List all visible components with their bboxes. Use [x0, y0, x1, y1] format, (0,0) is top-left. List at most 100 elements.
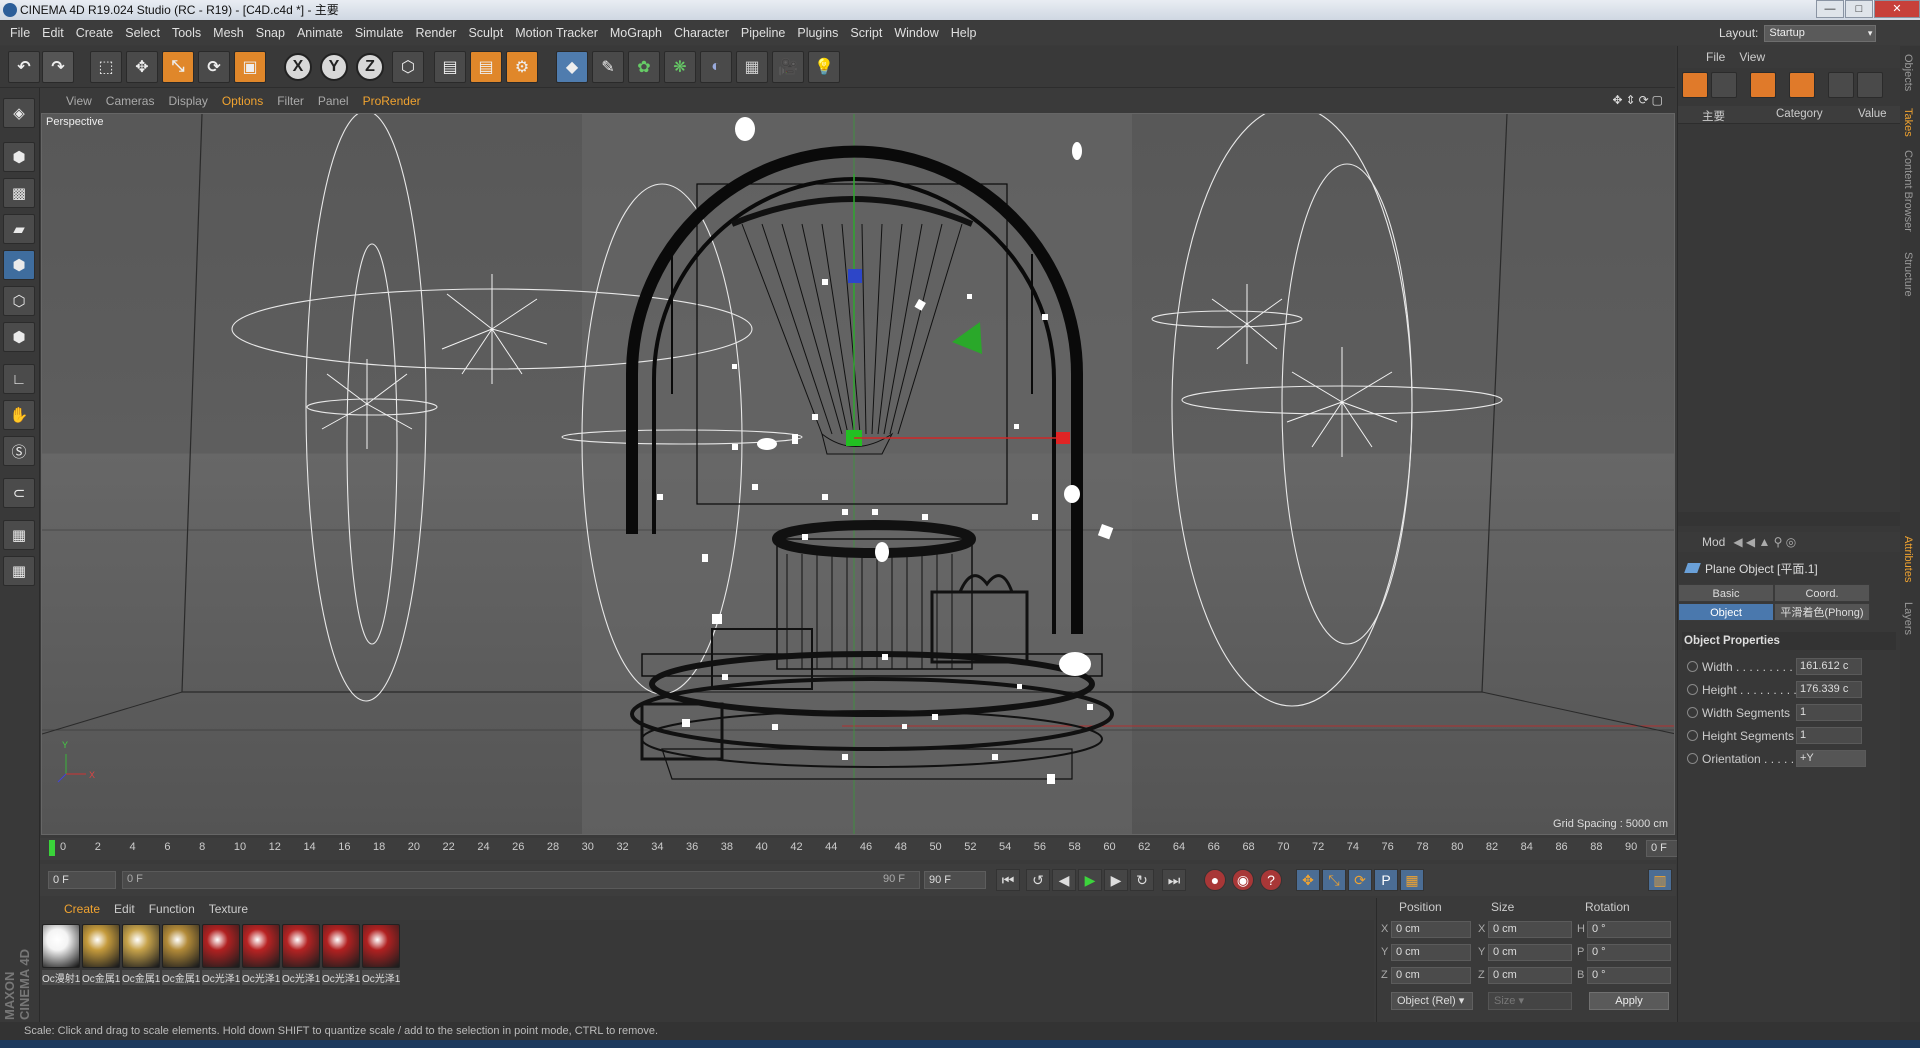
- viewport-navigation-icons[interactable]: ✥⇕⟳▢: [1612, 93, 1666, 107]
- menu-mograph[interactable]: MoGraph: [604, 26, 668, 40]
- go-to-end-icon[interactable]: ⏭: [1162, 869, 1186, 891]
- menu-animate[interactable]: Animate: [291, 26, 349, 40]
- material-menu-edit[interactable]: Edit: [114, 902, 135, 916]
- move-icon[interactable]: ✥: [126, 51, 158, 83]
- minimize-button[interactable]: —: [1816, 0, 1844, 18]
- key-point-level-icon[interactable]: ▦: [1400, 869, 1424, 891]
- timeline-ruler[interactable]: 0 2 4 6 8 10 12 14 16 18 20 22 24 26 28 30 32 34 36 38 40 42 4…: [40, 838, 1704, 860]
- object-manager-scrollbar[interactable]: [1678, 512, 1901, 526]
- menu-motion-tracker[interactable]: Motion Tracker: [509, 26, 604, 40]
- menu-window[interactable]: Window: [888, 26, 944, 40]
- key-parameter-icon[interactable]: P: [1374, 869, 1398, 891]
- menu-tools[interactable]: Tools: [166, 26, 207, 40]
- render-to-picture-viewer-icon[interactable]: ▤: [470, 51, 502, 83]
- size-field[interactable]: 0 cm: [1488, 944, 1572, 961]
- planar-workplane-icon[interactable]: ▦: [3, 556, 35, 586]
- tab-coord[interactable]: Coord.: [1774, 584, 1870, 602]
- take-render-icon[interactable]: [1828, 72, 1854, 98]
- subdivision-icon[interactable]: ✿: [628, 51, 660, 83]
- snap-icon[interactable]: ⊂: [3, 478, 35, 508]
- tab-phong[interactable]: 平滑着色(Phong): [1774, 603, 1870, 621]
- preview-range-slider[interactable]: 0 F 90 F: [122, 871, 920, 889]
- animation-keyframe-icon[interactable]: [1687, 661, 1698, 672]
- property-value-field[interactable]: 161.612 c: [1796, 658, 1862, 675]
- menu-file[interactable]: File: [4, 26, 36, 40]
- viewport-menu-display[interactable]: Display: [168, 94, 207, 108]
- floor-icon[interactable]: ▦: [736, 51, 768, 83]
- apply-button[interactable]: Apply: [1589, 992, 1669, 1010]
- timeline-window-icon[interactable]: ▥: [1648, 869, 1672, 891]
- deformer-icon[interactable]: ◐: [700, 51, 732, 83]
- material-swatch[interactable]: Oc光泽1: [282, 924, 320, 985]
- material-swatch[interactable]: Oc光泽1: [322, 924, 360, 985]
- perspective-viewport[interactable]: Y X Perspective Grid Spacing : 5000 cm: [41, 113, 1675, 835]
- menu-script[interactable]: Script: [844, 26, 888, 40]
- side-tab-structure[interactable]: Structure: [1902, 252, 1914, 297]
- animation-keyframe-icon[interactable]: [1687, 753, 1698, 764]
- x-axis-lock-icon[interactable]: X: [284, 53, 312, 81]
- object-menu-view[interactable]: View: [1739, 50, 1765, 64]
- menu-edit[interactable]: Edit: [36, 26, 70, 40]
- new-take-icon[interactable]: [1682, 72, 1708, 98]
- next-key-icon[interactable]: ↻: [1130, 869, 1154, 891]
- keyframe-selection-icon[interactable]: ?: [1260, 869, 1282, 891]
- light-icon[interactable]: 💡: [808, 51, 840, 83]
- menu-sculpt[interactable]: Sculpt: [462, 26, 509, 40]
- size-field[interactable]: 0 cm: [1488, 967, 1572, 984]
- material-swatch[interactable]: Oc光泽1: [202, 924, 240, 985]
- side-tab-objects[interactable]: Objects: [1902, 54, 1914, 91]
- camera-icon[interactable]: 🎥: [772, 51, 804, 83]
- viewport-menu-panel[interactable]: Panel: [318, 94, 349, 108]
- override-group-icon[interactable]: [1789, 72, 1815, 98]
- model-mode-icon[interactable]: ⬢: [3, 142, 35, 172]
- layout-dropdown[interactable]: Startup: [1764, 24, 1877, 42]
- y-axis-lock-icon[interactable]: Y: [320, 53, 348, 81]
- polygons-mode-icon[interactable]: ⬢: [3, 322, 35, 352]
- axis-mode-icon[interactable]: ∟: [3, 364, 35, 394]
- side-tab-layers[interactable]: Layers: [1902, 602, 1914, 635]
- viewport-menu-view[interactable]: View: [66, 94, 92, 108]
- menu-select[interactable]: Select: [119, 26, 166, 40]
- object-menu-file[interactable]: File: [1706, 50, 1725, 64]
- rotate-icon[interactable]: ⟳: [198, 51, 230, 83]
- position-field[interactable]: 0 cm: [1391, 921, 1471, 938]
- texture-mode-icon[interactable]: ▩: [3, 178, 35, 208]
- attribute-menu-mode[interactable]: Mod: [1702, 535, 1725, 549]
- recent-tools-icon[interactable]: ▣: [234, 51, 266, 83]
- previous-frame-icon[interactable]: ◀: [1052, 869, 1076, 891]
- animation-keyframe-icon[interactable]: [1687, 707, 1698, 718]
- override-icon[interactable]: [1750, 72, 1776, 98]
- previous-key-icon[interactable]: ↺: [1026, 869, 1050, 891]
- position-field[interactable]: 0 cm: [1391, 967, 1471, 984]
- side-tab-takes[interactable]: Takes: [1902, 108, 1914, 137]
- viewport-menu-prorender[interactable]: ProRender: [363, 94, 421, 108]
- viewport-menu-cameras[interactable]: Cameras: [106, 94, 155, 108]
- key-position-icon[interactable]: ✥: [1296, 869, 1320, 891]
- menu-simulate[interactable]: Simulate: [349, 26, 410, 40]
- position-field[interactable]: 0 cm: [1391, 944, 1471, 961]
- go-to-start-icon[interactable]: ⏮: [996, 869, 1020, 891]
- tab-object[interactable]: Object: [1678, 603, 1774, 621]
- rotation-field[interactable]: 0 °: [1587, 944, 1671, 961]
- property-value-field[interactable]: +Y: [1796, 750, 1866, 767]
- end-frame-field[interactable]: 90 F: [924, 871, 986, 889]
- record-active-objects-icon[interactable]: ●: [1204, 869, 1226, 891]
- menu-pipeline[interactable]: Pipeline: [735, 26, 791, 40]
- take-tools-icon[interactable]: [1857, 72, 1883, 98]
- coordinate-system-icon[interactable]: ⬡: [392, 51, 424, 83]
- workplane-lock-icon[interactable]: ▦: [3, 520, 35, 550]
- live-selection-icon[interactable]: ⬚: [90, 51, 122, 83]
- side-tab-content-browser[interactable]: Content Browser: [1902, 150, 1914, 232]
- workplane-mode-icon[interactable]: ▰: [3, 214, 35, 244]
- render-view-icon[interactable]: ▤: [434, 51, 466, 83]
- material-swatch[interactable]: Oc光泽1: [242, 924, 280, 985]
- solo-mode-icon[interactable]: Ⓢ: [3, 436, 35, 466]
- property-value-field[interactable]: 1: [1796, 727, 1862, 744]
- menu-plugins[interactable]: Plugins: [791, 26, 844, 40]
- viewport-menu-options[interactable]: Options: [222, 94, 263, 108]
- play-icon[interactable]: ▶: [1078, 869, 1102, 891]
- edges-mode-icon[interactable]: ⬡: [3, 286, 35, 316]
- size-field[interactable]: 0 cm: [1488, 921, 1572, 938]
- viewport-menu-filter[interactable]: Filter: [277, 94, 304, 108]
- points-mode-icon[interactable]: ⬢: [3, 250, 35, 280]
